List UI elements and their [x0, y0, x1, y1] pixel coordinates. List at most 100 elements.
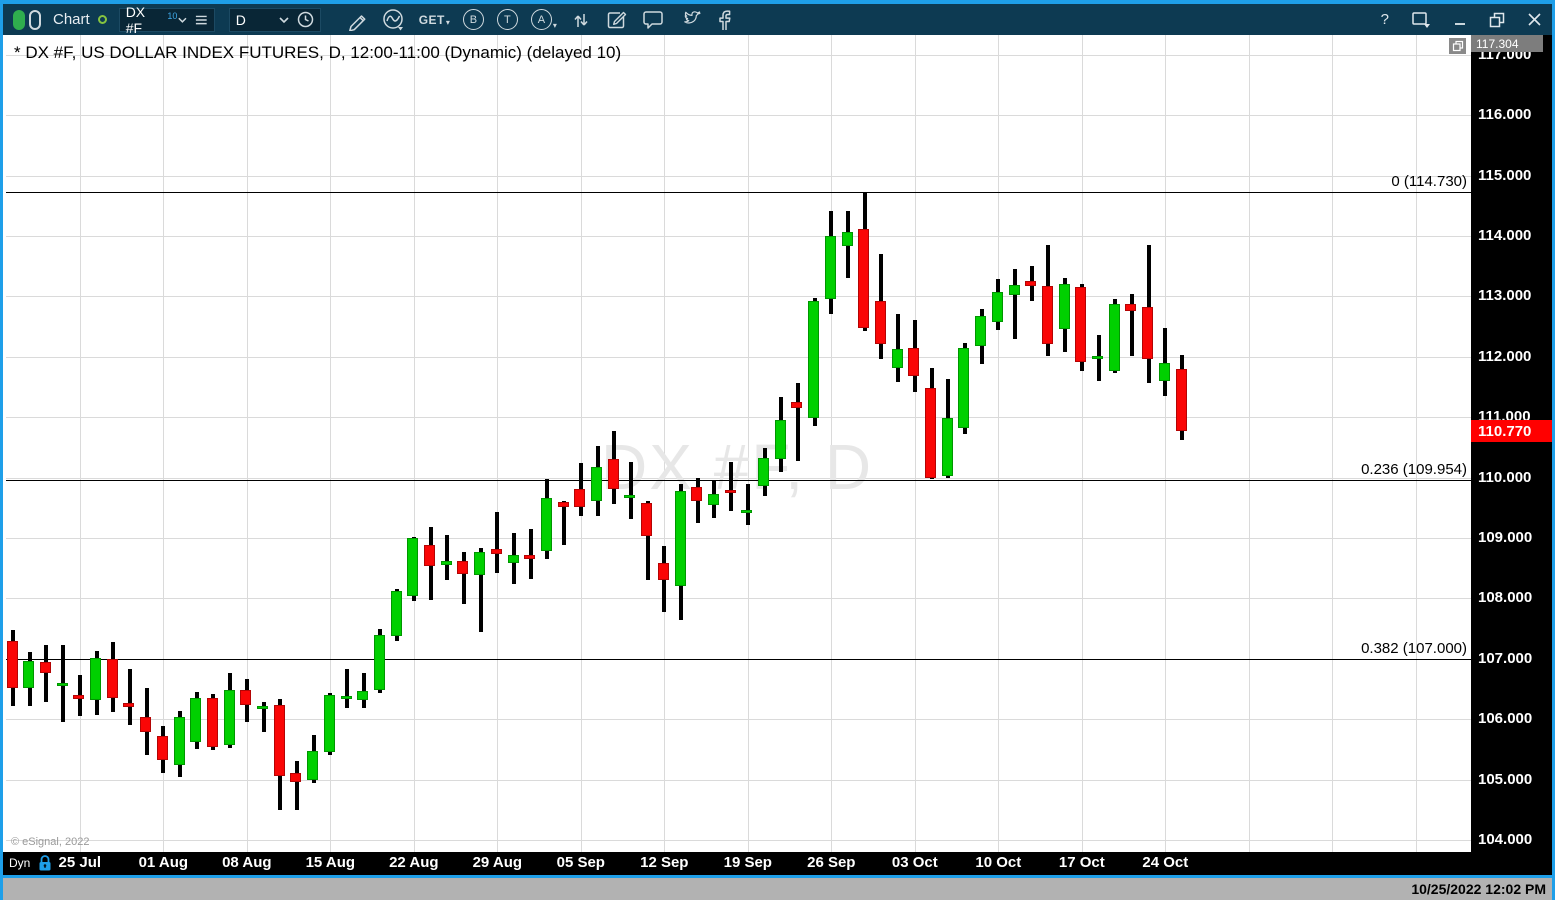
- date-gridline: [915, 35, 916, 852]
- candle-body: [691, 487, 702, 501]
- candle-body: [758, 458, 769, 486]
- notes-button[interactable]: [605, 8, 628, 31]
- draw-pencil-button[interactable]: [347, 9, 369, 31]
- close-button[interactable]: [1527, 12, 1542, 27]
- candle-body: [608, 459, 619, 489]
- candle-body: [925, 388, 936, 478]
- price-tick-label: 107.000: [1478, 650, 1532, 667]
- facebook-button[interactable]: [715, 9, 733, 31]
- date-tick-label: 22 Aug: [382, 854, 446, 871]
- facebook-icon: [715, 9, 733, 31]
- candle-body: [858, 229, 869, 327]
- price-tick-label: 106.000: [1478, 710, 1532, 727]
- link-group-icon[interactable]: [98, 15, 107, 24]
- bid-button[interactable]: B: [463, 9, 484, 30]
- sort-arrows-button[interactable]: [570, 9, 592, 31]
- candle-body: [958, 348, 969, 428]
- price-gridline: [6, 296, 1471, 297]
- chart-restore-button[interactable]: [1449, 38, 1466, 54]
- interval-input[interactable]: D: [229, 8, 321, 32]
- candle-body: [57, 683, 68, 686]
- symbol-input[interactable]: DX #F 10: [119, 8, 215, 32]
- candle-body: [207, 698, 218, 747]
- candle-body: [1042, 286, 1053, 345]
- fib-level-label: 0 (114.730): [1391, 173, 1467, 190]
- candle-body: [324, 695, 335, 752]
- date-tick-label: 10 Oct: [966, 854, 1030, 871]
- candle-wick: [629, 462, 633, 519]
- price-tick-label: 115.000: [1478, 167, 1531, 184]
- candle-body: [190, 698, 201, 742]
- twitter-button[interactable]: [678, 9, 702, 31]
- window-menu-button[interactable]: [1411, 11, 1431, 29]
- date-tick-label: 03 Oct: [883, 854, 947, 871]
- candle-body: [224, 690, 235, 746]
- candle-body: [274, 705, 285, 776]
- get-button[interactable]: GET▾: [419, 13, 450, 27]
- candle-wick: [44, 645, 48, 702]
- alert-button[interactable]: A▾: [531, 9, 557, 30]
- candle-body: [641, 503, 652, 536]
- logo-pill-outline-icon: [29, 10, 41, 30]
- restore-button[interactable]: [1489, 12, 1505, 28]
- last-price-tag: 110.770: [1471, 420, 1555, 442]
- fib-retracement-line: [6, 480, 1471, 481]
- price-axis[interactable]: 117.304 110.770 104.000105.000106.000107…: [1471, 35, 1555, 852]
- status-bar: 10/25/2022 12:02 PM: [3, 878, 1555, 900]
- date-gridline: [1082, 35, 1083, 852]
- candle-body: [1142, 307, 1153, 359]
- line-study-icon: [382, 8, 406, 32]
- candle-body: [157, 736, 168, 760]
- fib-level-label: 0.382 (107.000): [1361, 640, 1467, 657]
- symbol-menu-icon[interactable]: [195, 14, 208, 26]
- candle-body: [524, 555, 535, 559]
- candle-body: [7, 641, 18, 687]
- restore-icon: [1452, 40, 1464, 52]
- chart-canvas[interactable]: * DX #F, US DOLLAR INDEX FUTURES, D, 12:…: [6, 35, 1471, 852]
- price-tick-label: 104.000: [1478, 831, 1532, 848]
- candle-body: [1159, 363, 1170, 381]
- circled-t-icon: T: [497, 9, 518, 30]
- candle-wick: [295, 761, 299, 811]
- candle-body: [23, 661, 34, 688]
- candle-body: [875, 301, 886, 344]
- candle-body: [391, 591, 402, 636]
- chevron-down-icon[interactable]: [177, 14, 188, 26]
- candle-body: [123, 703, 134, 707]
- minimize-button[interactable]: [1453, 13, 1467, 27]
- candle-body: [1176, 369, 1187, 431]
- candle-body: [675, 491, 686, 586]
- date-gridline: [1332, 35, 1333, 852]
- candle-body: [424, 545, 435, 566]
- dropdown-arrow-icon: ▾: [553, 21, 557, 30]
- fib-retracement-line: [6, 192, 1471, 193]
- date-tick-label: 26 Sep: [799, 854, 863, 871]
- time-template-icon[interactable]: [297, 11, 314, 28]
- candle-body: [992, 292, 1003, 322]
- esignal-logo-icon: [13, 10, 41, 30]
- help-button[interactable]: ?: [1381, 11, 1389, 28]
- symbol-flag: 10: [167, 9, 177, 21]
- trade-button[interactable]: T: [497, 9, 518, 30]
- candle-body: [558, 502, 569, 507]
- candle-body: [290, 773, 301, 782]
- candle-body: [624, 495, 635, 498]
- candle-body: [892, 349, 903, 368]
- candle-body: [1109, 304, 1120, 371]
- date-gridline: [998, 35, 999, 852]
- study-line-button[interactable]: [382, 8, 406, 32]
- candle-wick: [495, 512, 499, 573]
- window-top-border: [3, 0, 1552, 4]
- candle-body: [791, 402, 802, 407]
- price-tick-label: 112.000: [1478, 348, 1531, 365]
- chevron-down-icon[interactable]: [278, 14, 290, 26]
- close-icon: [1527, 12, 1542, 27]
- date-tick-label: 25 Jul: [48, 854, 112, 871]
- price-gridline: [6, 780, 1471, 781]
- candle-wick: [445, 535, 449, 580]
- candle-body: [1075, 287, 1086, 362]
- date-axis[interactable]: Dyn 25 Jul01 Aug08 Aug15 Aug22 Aug29 Aug…: [3, 852, 1555, 875]
- date-gridline: [1165, 35, 1166, 852]
- minimize-icon: [1453, 13, 1467, 27]
- chat-button[interactable]: [641, 9, 665, 31]
